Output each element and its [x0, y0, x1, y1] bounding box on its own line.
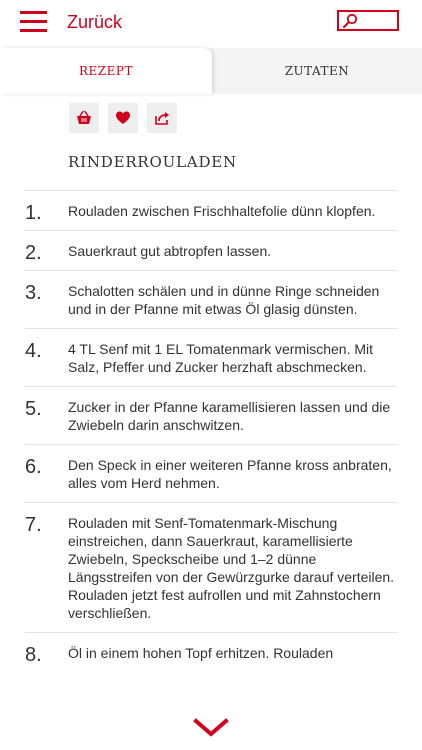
recipe-step: 8. Öl in einem hohen Topf erhitzen. Roul… [25, 632, 397, 672]
step-text: Sauerkraut gut abtropfen lassen. [68, 243, 272, 259]
hamburger-menu-icon[interactable] [20, 10, 47, 34]
recipe-step: 2. Sauerkraut gut abtropfen lassen. [25, 230, 397, 270]
tab-zutaten[interactable]: ZUTATEN [212, 48, 422, 94]
step-text: Schalotten schälen und in dünne Ringe sc… [68, 283, 380, 317]
tab-bar: REZEPT ZUTATEN [0, 48, 422, 94]
step-number: 2. [25, 242, 42, 264]
step-number: 6. [25, 456, 42, 478]
favorite-button[interactable] [108, 103, 138, 133]
step-text: 4 TL Senf mit 1 EL Tomatenmark vermische… [68, 341, 374, 375]
step-number: 1. [25, 202, 42, 224]
step-text: Rouladen mit Senf-Tomatenmark-Mischung e… [68, 515, 395, 621]
heart-icon [116, 111, 130, 124]
recipe-title: RINDERROULADEN [68, 153, 237, 171]
basket-icon [77, 110, 91, 124]
recipe-step: 7. Rouladen mit Senf-Tomatenmark-Mischun… [25, 502, 397, 632]
chevron-down-icon[interactable] [193, 717, 229, 739]
add-to-basket-button[interactable] [69, 103, 99, 133]
recipe-step: 6. Den Speck in einer weiteren Pfanne kr… [25, 444, 397, 502]
step-number: 8. [25, 644, 42, 666]
share-icon [155, 112, 169, 125]
recipe-step: 3. Schalotten schälen und in dünne Ringe… [25, 270, 397, 328]
search-input[interactable] [337, 10, 399, 31]
step-text: Öl in einem hohen Topf erhitzen. Roulade… [68, 645, 334, 661]
share-button[interactable] [147, 103, 177, 133]
recipe-step: 4. 4 TL Senf mit 1 EL Tomatenmark vermis… [25, 328, 397, 386]
app-header: Zurück [0, 0, 422, 44]
search-icon [343, 13, 358, 28]
step-text: Rouladen zwischen Frischhaltefolie dünn … [68, 203, 376, 219]
recipe-step: 1. Rouladen zwischen Frischhaltefolie dü… [25, 190, 397, 230]
step-text: Zucker in der Pfanne karamellisieren las… [68, 399, 391, 433]
step-number: 5. [25, 398, 42, 420]
step-number: 4. [25, 340, 42, 362]
step-number: 3. [25, 282, 42, 304]
step-list: 1. Rouladen zwischen Frischhaltefolie dü… [0, 190, 422, 672]
back-link[interactable]: Zurück [67, 12, 122, 33]
tab-rezept[interactable]: REZEPT [0, 48, 212, 94]
step-number: 7. [25, 514, 42, 536]
recipe-step: 5. Zucker in der Pfanne karamellisieren … [25, 386, 397, 444]
step-text: Den Speck in einer weiteren Pfanne kross… [68, 457, 392, 491]
